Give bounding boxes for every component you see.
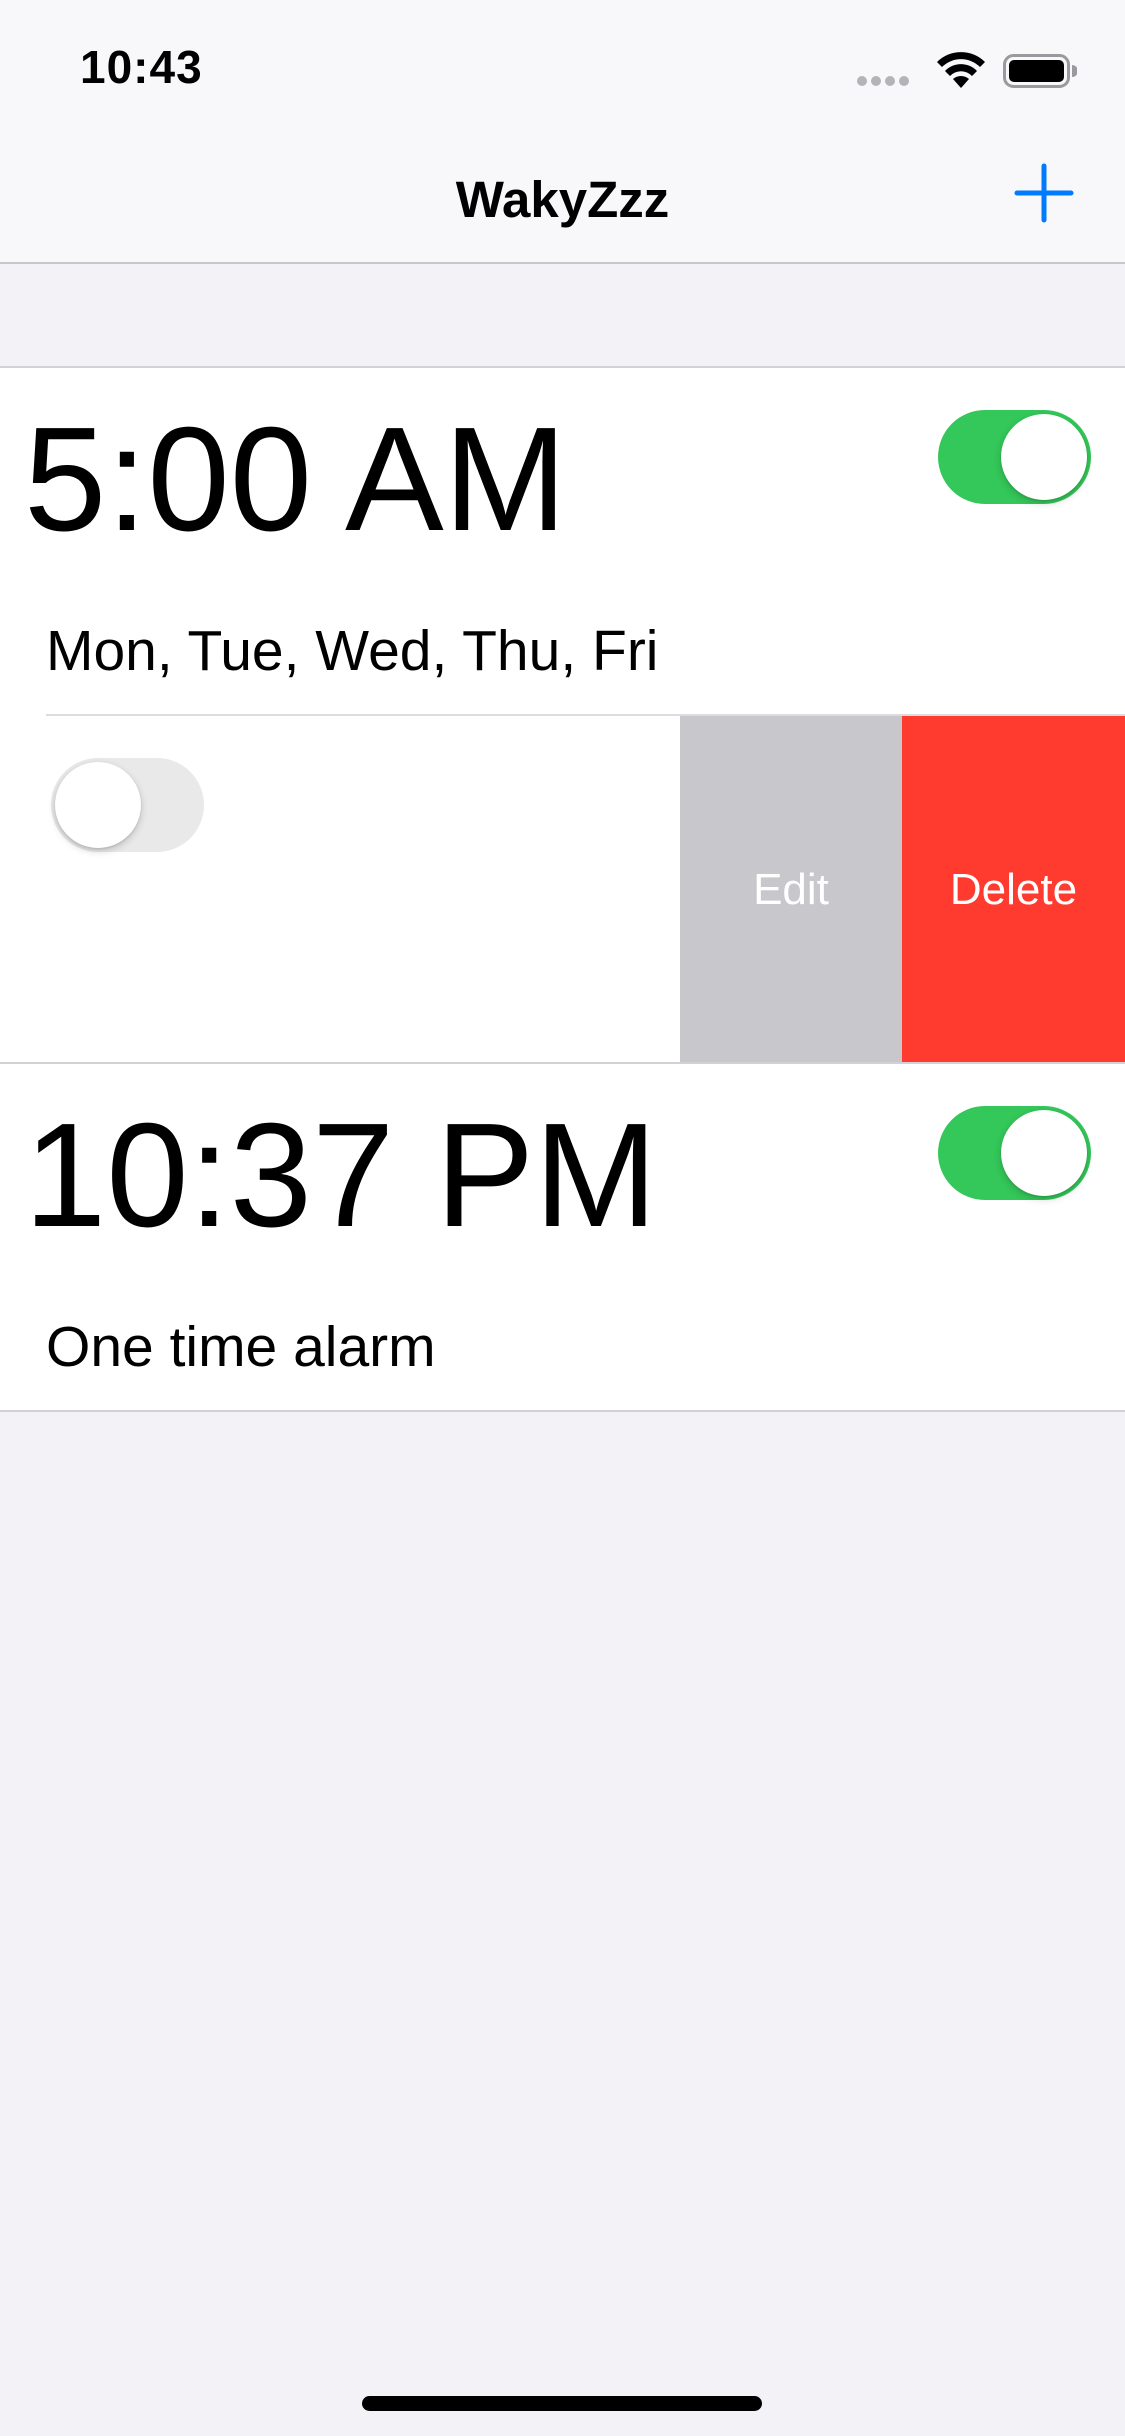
edit-button[interactable]: Edit [680, 716, 902, 1064]
alarm-time: 5:00 AM [24, 397, 568, 562]
alarm-row-swiped[interactable]: M Edit Delete [0, 716, 1125, 1064]
alarm-row[interactable]: 10:37 PM One time alarm [0, 1064, 1125, 1412]
home-indicator[interactable] [362, 2396, 762, 2411]
alarm-repeat-days: One time alarm [46, 1315, 436, 1379]
page-title: WakyZzz [455, 171, 670, 228]
alarm-repeat-days: Mon, Tue, Wed, Thu, Fri [46, 619, 659, 683]
status-icons [857, 50, 1077, 90]
cellular-signal-icon [857, 76, 911, 88]
status-bar: 10:43 [0, 0, 1125, 132]
row-separator [0, 1410, 1125, 1412]
alarm-enabled-toggle[interactable] [938, 410, 1091, 504]
plus-icon [1014, 163, 1074, 223]
toggle-knob [1001, 414, 1087, 500]
wifi-icon [937, 52, 985, 88]
alarm-row-content[interactable]: M [0, 716, 680, 1064]
delete-button[interactable]: Delete [902, 716, 1125, 1064]
alarm-enabled-toggle[interactable] [51, 758, 204, 852]
alarm-row-content[interactable]: 10:37 PM One time alarm [0, 1064, 1125, 1412]
navigation-bar: WakyZzz [0, 132, 1125, 264]
alarm-row-content[interactable]: 5:00 AM Mon, Tue, Wed, Thu, Fri [0, 368, 1125, 716]
alarm-row[interactable]: 5:00 AM Mon, Tue, Wed, Thu, Fri [0, 368, 1125, 716]
alarm-time: 10:37 PM [24, 1093, 658, 1258]
battery-icon [1003, 54, 1077, 88]
alarm-list: 5:00 AM Mon, Tue, Wed, Thu, Fri M Edit D… [0, 366, 1125, 1412]
status-time: 10:43 [80, 41, 203, 93]
alarm-enabled-toggle[interactable] [938, 1106, 1091, 1200]
add-alarm-button[interactable] [1013, 162, 1075, 224]
toggle-knob [55, 762, 141, 848]
swipe-actions: Edit Delete [680, 716, 1125, 1064]
toggle-knob [1001, 1110, 1087, 1196]
